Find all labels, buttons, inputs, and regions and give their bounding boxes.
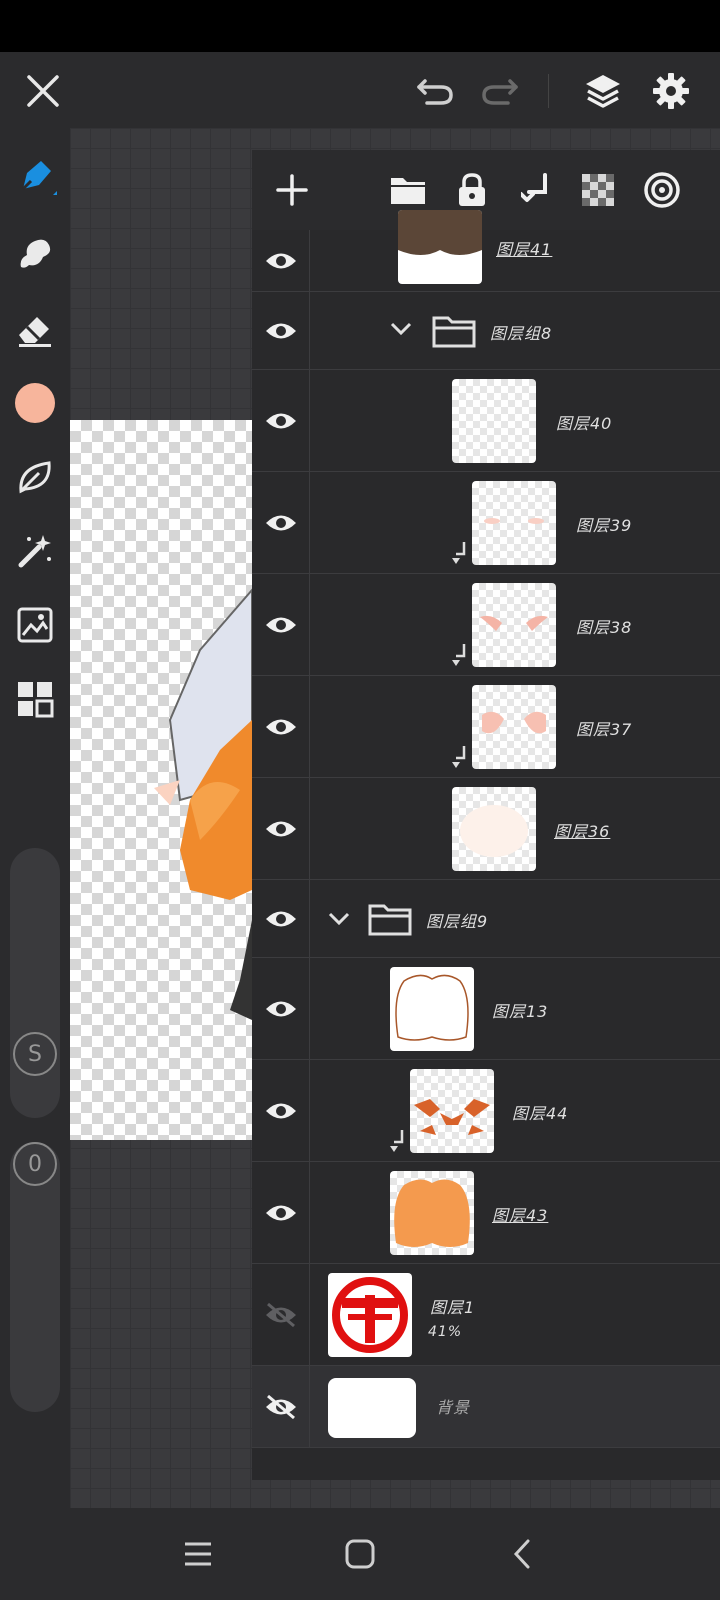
color-swatch[interactable] [8, 376, 62, 430]
layers-panel: 图层41 图层组8 图层40 图层39 图层38 图层37 图层36 图层组9 … [252, 150, 720, 1480]
layer-row[interactable]: 图层13 [252, 958, 720, 1060]
layers-toolbar [252, 150, 720, 230]
pen-tool-icon[interactable] [8, 150, 62, 204]
layer-thumbnail [472, 481, 556, 565]
reference-icon[interactable] [636, 164, 688, 216]
size-slider-knob[interactable]: S [13, 1032, 57, 1076]
layer-group-row[interactable]: 图层组8 [252, 292, 720, 370]
eye-icon[interactable] [252, 292, 310, 369]
layer-thumbnail [472, 583, 556, 667]
image-import-icon[interactable] [8, 598, 62, 652]
background-layer-row[interactable]: 背景 [252, 1366, 720, 1448]
layer-name: 图层38 [576, 618, 633, 637]
layer-row[interactable]: 图层39 [252, 472, 720, 574]
layer-row[interactable]: 图层43 [252, 1162, 720, 1264]
group-name: 图层组9 [426, 912, 489, 931]
folder-icon[interactable] [382, 164, 434, 216]
layer-row[interactable]: 图层1 41% [252, 1264, 720, 1366]
folder-icon [368, 904, 412, 936]
layer-name: 图层39 [576, 516, 633, 535]
undo-icon[interactable] [410, 66, 460, 116]
eye-icon[interactable] [252, 958, 310, 1059]
tool-rail: S 0 [0, 128, 70, 1508]
layer-name: 图层43 [492, 1206, 549, 1225]
layer-row[interactable]: 图层41 [252, 210, 720, 292]
layer-row[interactable]: 图层44 [252, 1060, 720, 1162]
system-nav-bar [0, 1508, 720, 1600]
layer-name: 图层40 [556, 414, 613, 433]
layer-thumbnail [452, 787, 536, 871]
layer-row[interactable]: 图层38 [252, 574, 720, 676]
opacity-label: 0 [28, 1151, 42, 1177]
home-icon[interactable] [332, 1528, 388, 1580]
divider [548, 74, 549, 108]
clipping-arrow-icon [452, 542, 466, 564]
eraser-tool-icon[interactable] [8, 302, 62, 356]
layer-group-row[interactable]: 图层组9 [252, 880, 720, 958]
artwork-preview [154, 588, 252, 1020]
size-label: S [28, 1041, 42, 1067]
layer-thumbnail [398, 210, 482, 284]
layer-opacity: 41% [428, 1324, 463, 1340]
layer-thumbnail [390, 1171, 474, 1255]
magic-wand-icon[interactable] [8, 524, 62, 578]
layer-thumbnail [410, 1069, 494, 1153]
eye-icon[interactable] [252, 880, 310, 957]
add-layer-icon[interactable] [266, 164, 318, 216]
size-slider[interactable] [10, 848, 60, 1118]
transparency-icon[interactable] [572, 164, 624, 216]
group-name: 图层组8 [490, 324, 553, 343]
smudge-tool-icon[interactable] [8, 226, 62, 280]
leaf-tool-icon[interactable] [8, 450, 62, 504]
gallery-grid-icon[interactable] [8, 672, 62, 726]
layer-name: 图层44 [512, 1104, 569, 1123]
eye-hidden-icon[interactable] [252, 1264, 310, 1365]
opacity-slider-knob[interactable]: 0 [13, 1142, 57, 1186]
folder-icon [432, 316, 476, 348]
layer-row[interactable]: 图层36 [252, 778, 720, 880]
eye-icon[interactable] [252, 1162, 310, 1263]
layer-name: 图层37 [576, 720, 633, 739]
layer-thumbnail [472, 685, 556, 769]
top-toolbar [0, 52, 720, 128]
layer-name: 背景 [436, 1398, 471, 1417]
layer-name: 图层1 [430, 1298, 476, 1317]
layer-name: 图层41 [496, 240, 553, 259]
layer-thumbnail [390, 967, 474, 1051]
eye-icon[interactable] [252, 472, 310, 573]
merge-down-icon[interactable] [510, 164, 562, 216]
eye-hidden-icon[interactable] [252, 1366, 310, 1447]
artboard[interactable] [70, 420, 252, 1140]
layer-thumbnail [452, 379, 536, 463]
chevron-down-icon[interactable] [328, 912, 350, 926]
eye-icon[interactable] [252, 676, 310, 777]
layer-name: 图层13 [492, 1002, 549, 1021]
recent-apps-icon[interactable] [170, 1528, 226, 1580]
lock-icon[interactable] [446, 164, 498, 216]
layers-icon[interactable] [576, 64, 630, 118]
chevron-down-icon[interactable] [390, 322, 412, 336]
layer-row[interactable]: 图层37 [252, 676, 720, 778]
layer-row[interactable]: 图层40 [252, 370, 720, 472]
status-bar [0, 0, 720, 52]
clipping-arrow-icon [452, 644, 466, 666]
close-icon[interactable] [18, 66, 68, 116]
layer-name: 图层36 [554, 822, 611, 841]
gear-icon[interactable] [644, 64, 698, 118]
eye-icon[interactable] [252, 778, 310, 879]
layer-thumbnail [328, 1273, 412, 1357]
eye-icon[interactable] [252, 574, 310, 675]
back-icon[interactable] [494, 1528, 550, 1580]
clipping-arrow-icon [390, 1130, 404, 1152]
eye-icon[interactable] [252, 1060, 310, 1161]
redo-icon[interactable] [475, 66, 525, 116]
eye-icon[interactable] [252, 230, 310, 291]
eye-icon[interactable] [252, 370, 310, 471]
clipping-arrow-icon [452, 746, 466, 768]
background-thumbnail [328, 1378, 416, 1438]
